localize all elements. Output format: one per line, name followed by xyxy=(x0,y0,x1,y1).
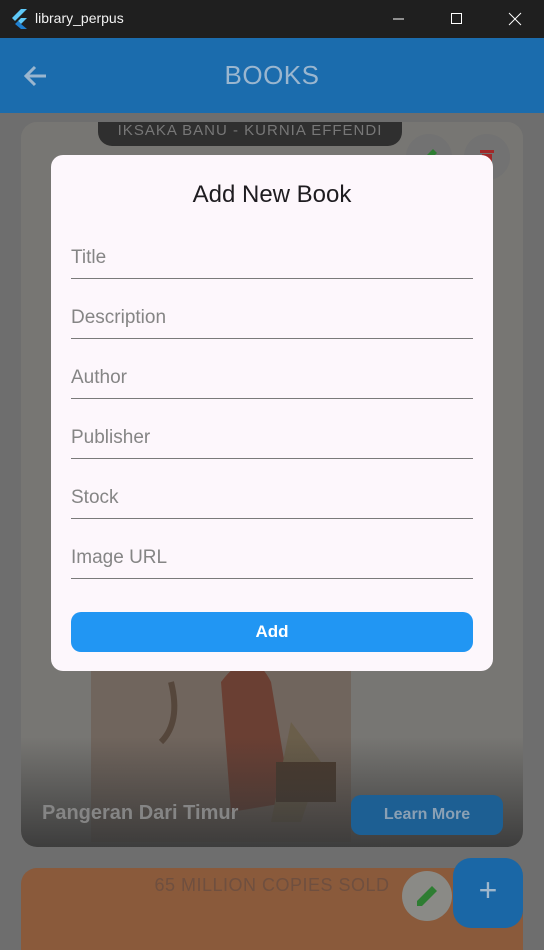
window-titlebar: library_perpus xyxy=(0,0,544,38)
window-title: library_perpus xyxy=(35,10,124,26)
add-button[interactable]: Add xyxy=(71,612,473,652)
stock-input[interactable] xyxy=(71,479,473,517)
dialog-title: Add New Book xyxy=(192,181,352,208)
stock-field[interactable] xyxy=(71,479,473,519)
image-url-field[interactable] xyxy=(71,539,473,579)
minimize-icon xyxy=(393,18,404,20)
image-url-input[interactable] xyxy=(71,539,473,577)
learn-more-button[interactable]: Learn More xyxy=(351,795,503,835)
title-input[interactable] xyxy=(71,239,473,277)
publisher-field[interactable] xyxy=(71,419,473,459)
pencil-icon xyxy=(417,886,437,906)
title-field[interactable] xyxy=(71,239,473,279)
maximize-icon xyxy=(451,13,462,24)
publisher-input[interactable] xyxy=(71,419,473,457)
cover-author-banner: IKSAKA BANU - KURNIA EFFENDI xyxy=(98,122,402,146)
app-bar: BOOKS xyxy=(0,38,544,113)
edit-book-button[interactable] xyxy=(402,871,452,921)
author-field[interactable] xyxy=(71,359,473,399)
author-input[interactable] xyxy=(71,359,473,397)
page-title: BOOKS xyxy=(224,60,320,90)
add-book-dialog: Add New Book Add xyxy=(51,155,493,671)
maximize-button[interactable] xyxy=(428,0,486,38)
flutter-logo-icon xyxy=(12,9,27,29)
book-card[interactable]: 65 MILLION COPIES SOLD xyxy=(21,868,523,950)
minimize-button[interactable] xyxy=(370,0,428,38)
book-title: Pangeran Dari Timur xyxy=(42,802,239,824)
close-button[interactable] xyxy=(486,0,544,38)
close-icon xyxy=(508,12,522,26)
description-field[interactable] xyxy=(71,299,473,339)
description-input[interactable] xyxy=(71,299,473,337)
plus-icon: + xyxy=(478,872,498,908)
add-book-fab[interactable]: + xyxy=(453,858,523,928)
